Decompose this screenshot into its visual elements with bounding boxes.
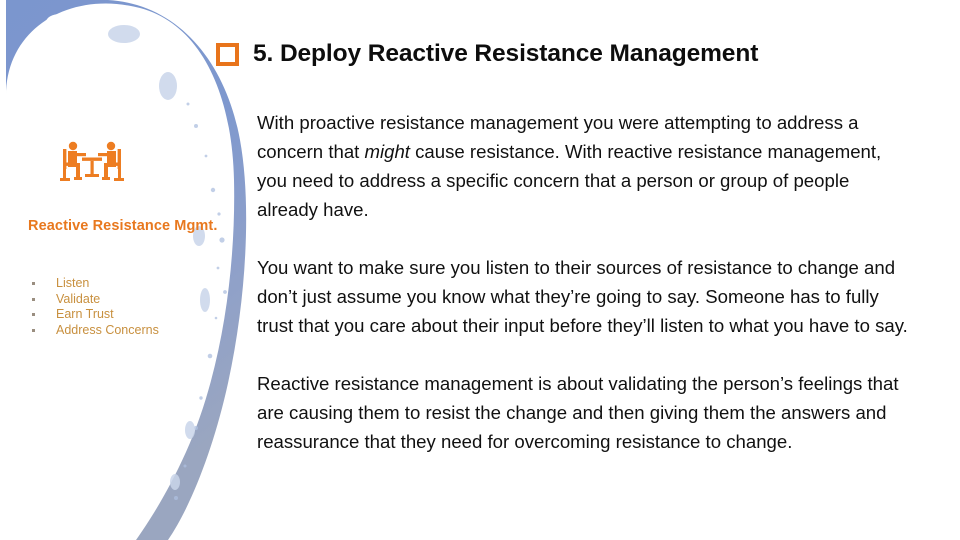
sidebar-heading: Reactive Resistance Mgmt. xyxy=(28,218,218,234)
slide-title: 5. Deploy Reactive Resistance Management xyxy=(216,40,758,68)
body-content: With proactive resistance management you… xyxy=(257,108,912,456)
paragraph-2: You want to make sure you listen to thei… xyxy=(257,257,908,336)
empty-checkbox-icon xyxy=(216,42,239,66)
bullet-marker-icon xyxy=(32,282,35,285)
list-item-label: Earn Trust xyxy=(56,307,114,321)
two-people-meeting-at-table-icon xyxy=(56,140,128,188)
bullet-marker-icon xyxy=(32,313,35,316)
paragraph-3: Reactive resistance management is about … xyxy=(257,373,899,452)
bullet-marker-icon xyxy=(32,328,35,332)
list-item: Address Concerns xyxy=(28,323,228,339)
list-item: Listen xyxy=(28,276,228,292)
list-item-label: Validate xyxy=(56,291,101,306)
paragraph-1-emphasis: might xyxy=(364,141,410,162)
list-item-label: Address Concerns xyxy=(56,322,159,337)
list-item: Validate xyxy=(28,292,228,308)
bullet-marker-icon xyxy=(32,297,35,301)
sidebar: Reactive Resistance Mgmt. Listen Validat… xyxy=(0,0,232,540)
paragraph-1: With proactive resistance management you… xyxy=(257,108,912,224)
sidebar-bullet-list: Listen Validate Earn Trust Address Conce… xyxy=(28,276,228,338)
page-title: 5. Deploy Reactive Resistance Management xyxy=(253,40,759,67)
list-item: Earn Trust xyxy=(28,307,228,323)
list-item-label: Listen xyxy=(56,276,90,290)
